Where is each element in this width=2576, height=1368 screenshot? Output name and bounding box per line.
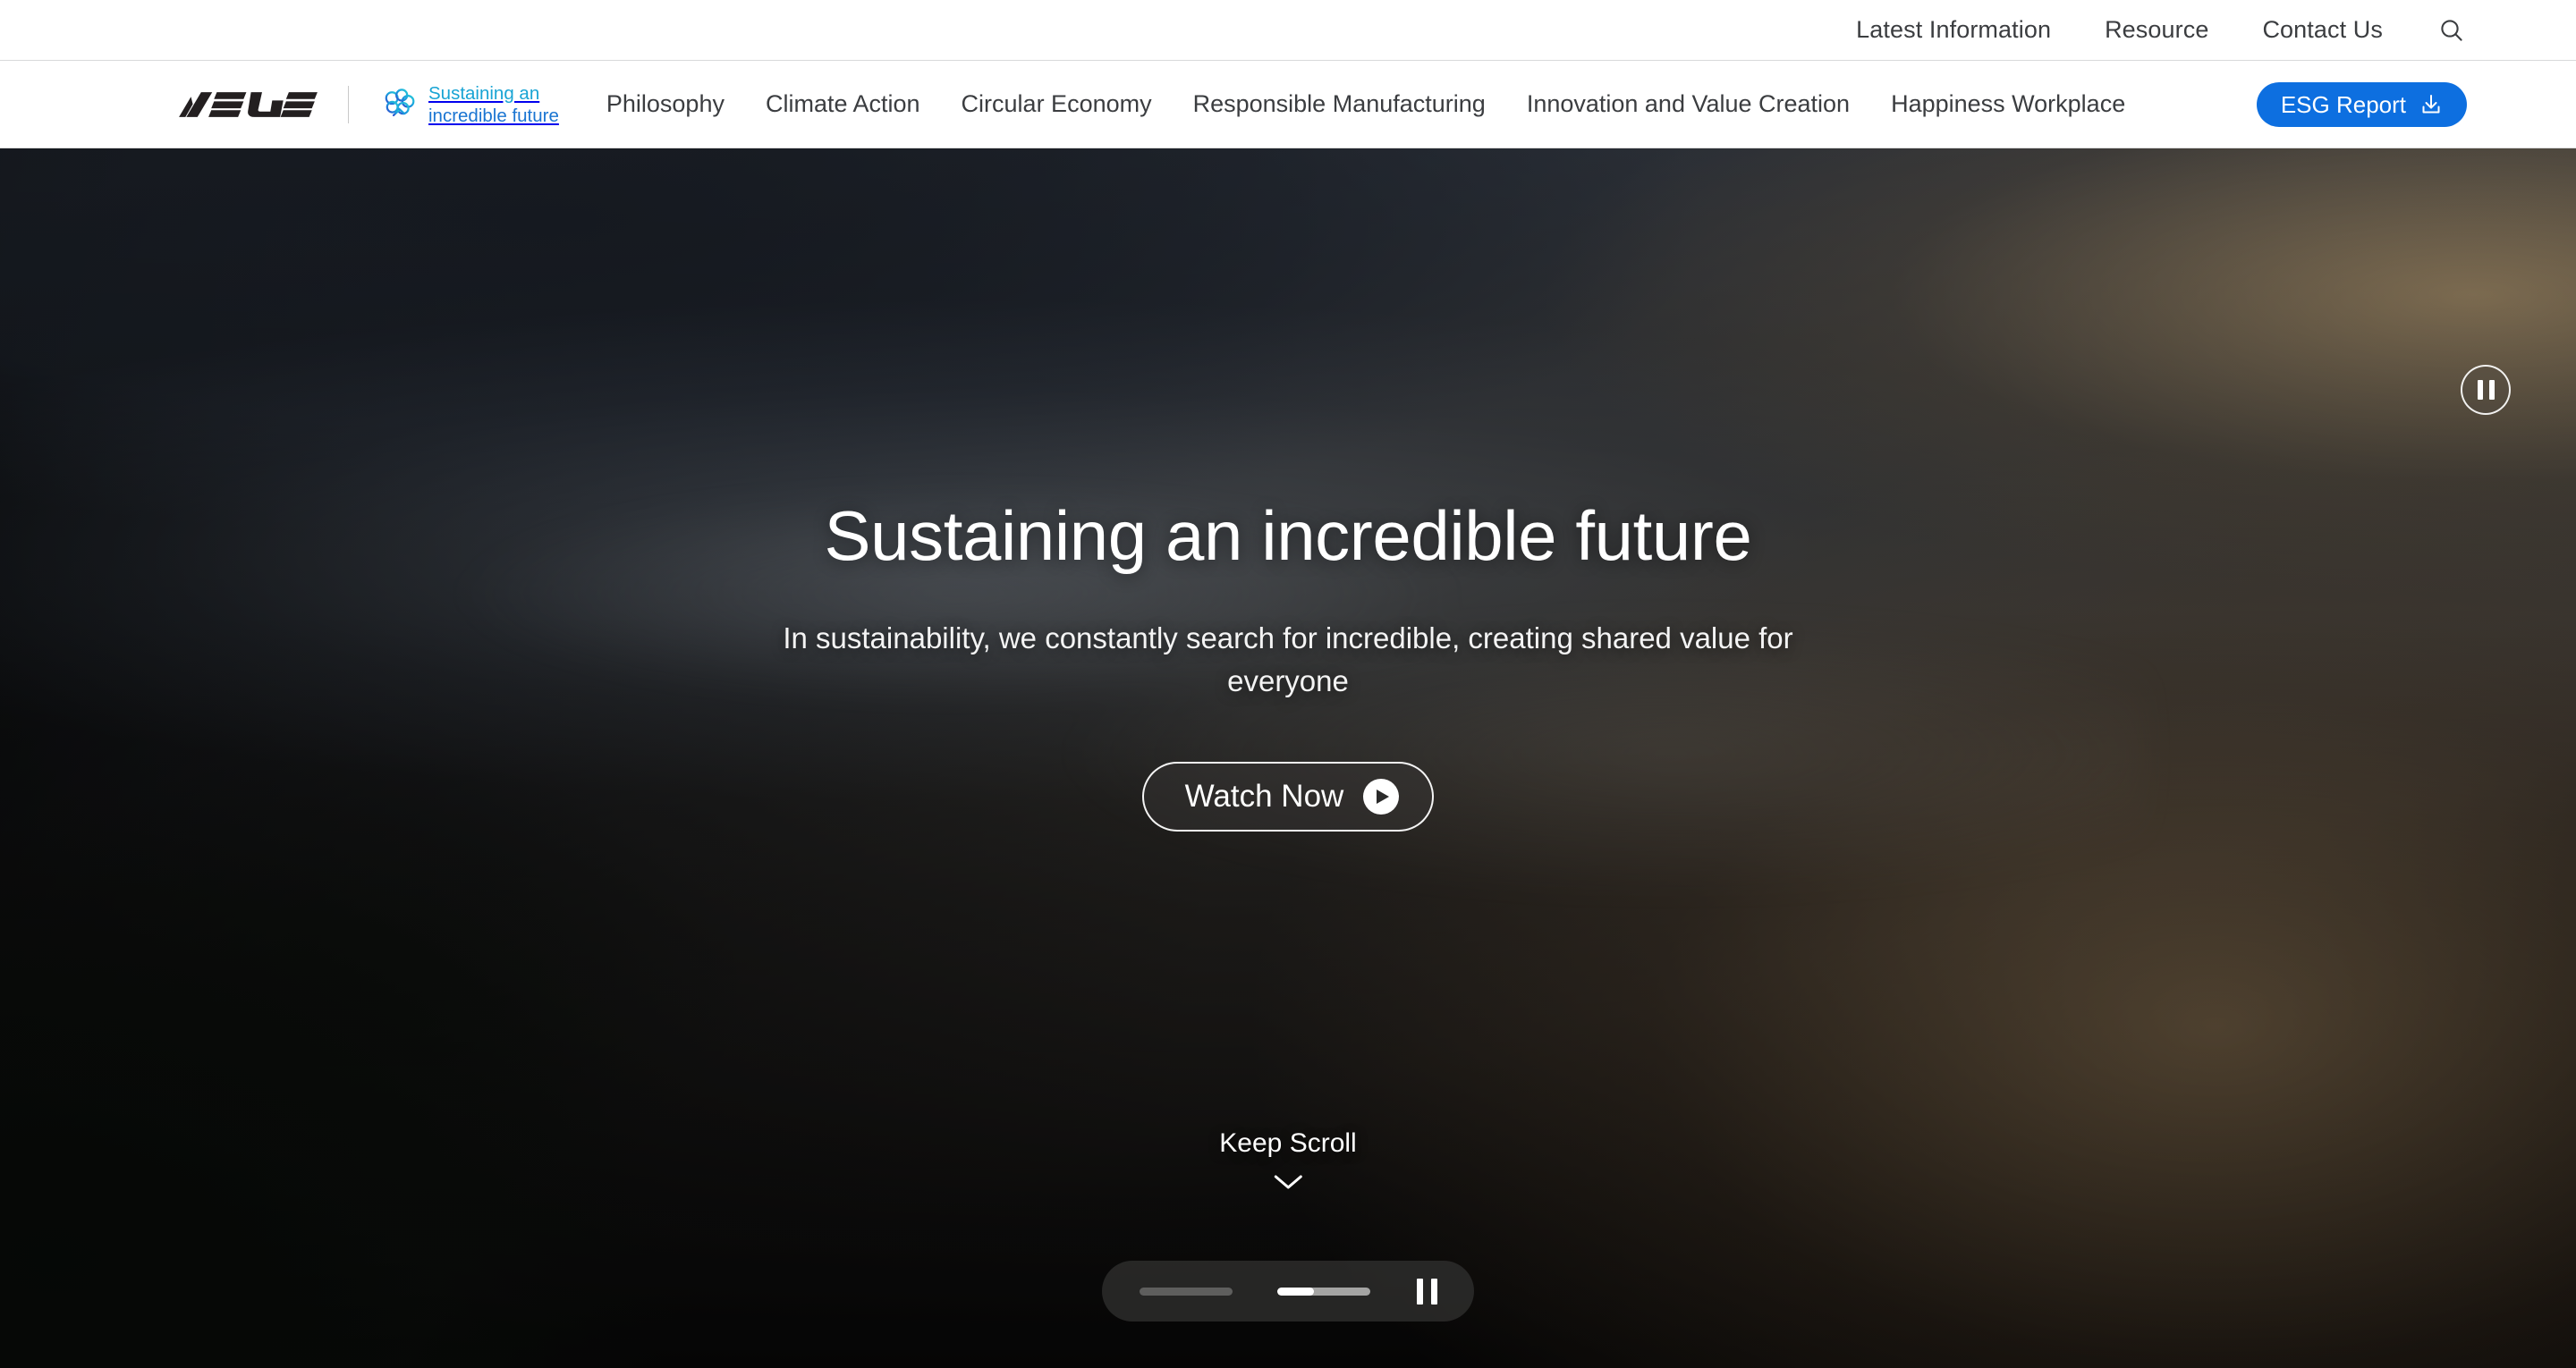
watch-now-button[interactable]: Watch Now: [1141, 761, 1435, 832]
main-navigation: Sustaining an incredible future Philosop…: [0, 61, 2576, 148]
sustaining-tagline-line1: Sustaining an: [428, 82, 540, 104]
nav-item-circular-economy[interactable]: Circular Economy: [962, 92, 1152, 116]
nav-item-climate-action[interactable]: Climate Action: [766, 92, 920, 116]
search-button[interactable]: [2436, 15, 2467, 46]
chevron-down-icon: [1274, 1175, 1302, 1189]
nav-links: Philosophy Climate Action Circular Econo…: [586, 92, 2257, 116]
slide-progress-1[interactable]: [1139, 1287, 1233, 1296]
play-icon-triangle: [1377, 789, 1390, 804]
asus-logo: [179, 91, 318, 117]
utility-link-latest-information[interactable]: Latest Information: [1856, 18, 2051, 42]
hero-title: Sustaining an incredible future: [824, 496, 1752, 575]
tree-icon: [385, 88, 415, 122]
slide-progress-2-fill: [1276, 1287, 1315, 1296]
utility-link-resource[interactable]: Resource: [2105, 18, 2208, 42]
nav-item-responsible-manufacturing[interactable]: Responsible Manufacturing: [1193, 92, 1486, 116]
utility-link-contact-us[interactable]: Contact Us: [2262, 18, 2383, 42]
download-icon: [2422, 94, 2440, 113]
sustaining-tagline-line2: incredible future: [428, 105, 559, 126]
esg-report-button[interactable]: ESG Report: [2256, 81, 2467, 127]
keep-scroll-label: Keep Scroll: [1219, 1128, 1357, 1158]
media-pause-bar-left: [1416, 1278, 1423, 1305]
hero-video-pause-button[interactable]: [2461, 365, 2511, 415]
pause-icon-bar-left: [2477, 380, 2483, 400]
nav-item-happiness-workplace[interactable]: Happiness Workplace: [1891, 92, 2125, 116]
nav-item-innovation-and-value-creation[interactable]: Innovation and Value Creation: [1527, 92, 1850, 116]
utility-bar: Latest Information Resource Contact Us: [0, 0, 2576, 61]
hero-subtitle: In sustainability, we constantly search …: [783, 621, 1793, 697]
play-icon: [1363, 778, 1400, 815]
asus-logo-link[interactable]: [179, 90, 318, 119]
nav-item-philosophy[interactable]: Philosophy: [606, 92, 724, 116]
hero-section: Sustaining an incredible future In susta…: [0, 148, 2576, 1368]
keep-scroll-indicator[interactable]: Keep Scroll: [1219, 1128, 1357, 1191]
hero-media-controls: [1102, 1261, 1474, 1322]
slide-progress-2[interactable]: [1276, 1287, 1370, 1296]
media-pause-bar-right: [1430, 1278, 1437, 1305]
media-pause-button[interactable]: [1416, 1278, 1437, 1305]
search-icon: [2441, 19, 2462, 41]
esg-report-label: ESG Report: [2280, 90, 2406, 118]
sustaining-tagline: Sustaining an incredible future: [428, 82, 559, 127]
pause-icon-bar-right: [2488, 380, 2495, 400]
brand-divider: [348, 85, 349, 123]
sustaining-brand-link[interactable]: Sustaining an incredible future: [379, 82, 559, 127]
watch-now-label: Watch Now: [1184, 779, 1344, 815]
